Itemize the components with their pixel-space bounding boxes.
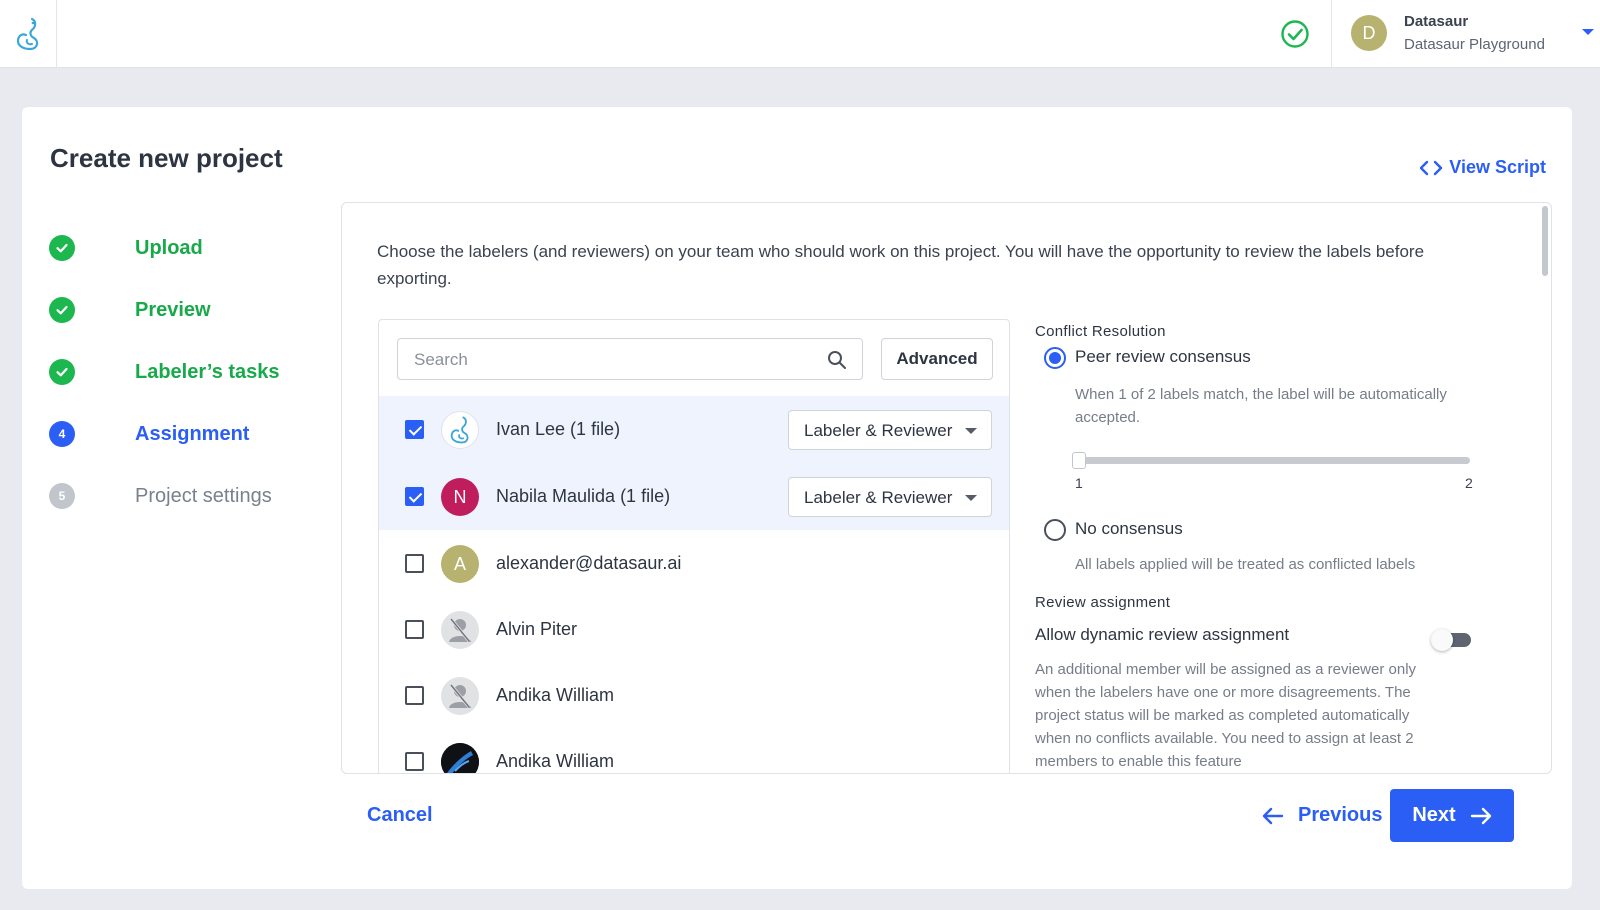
- datasaur-logo-icon: [16, 17, 39, 51]
- code-icon: [1420, 160, 1443, 175]
- step-number: 5: [49, 483, 75, 509]
- peer-consensus-radio[interactable]: [1044, 347, 1066, 369]
- step-label: Project settings: [135, 484, 272, 507]
- avatar: A: [441, 545, 479, 583]
- avatar: [441, 411, 479, 449]
- view-script-label: View Script: [1449, 157, 1546, 177]
- placeholder-user-icon: [441, 677, 479, 715]
- top-bar: D Datasaur Datasaur Playground: [0, 0, 1600, 68]
- role-value: Labeler & Reviewer: [804, 488, 953, 507]
- conflict-resolution-title: Conflict Resolution: [1035, 323, 1166, 340]
- member-name: alexander@datasaur.ai: [496, 553, 682, 573]
- step-project-settings[interactable]: 5 Project settings: [49, 481, 309, 511]
- step-label: Upload: [135, 236, 203, 259]
- peer-consensus-label[interactable]: Peer review consensus: [1075, 347, 1251, 367]
- check-icon: [49, 235, 75, 261]
- assignment-description: Choose the labelers (and reviewers) on y…: [377, 242, 1425, 288]
- step-number: 4: [49, 421, 75, 447]
- member-checkbox[interactable]: [405, 487, 424, 506]
- step-upload[interactable]: Upload: [49, 233, 309, 263]
- consensus-slider-handle[interactable]: [1072, 452, 1086, 469]
- page-title: Create new project: [50, 143, 283, 173]
- member-name: Andika William: [496, 685, 615, 705]
- member-checkbox[interactable]: [405, 752, 424, 771]
- member-row[interactable]: Ivan Lee (1 file) Labeler & Reviewer: [379, 396, 1009, 463]
- member-checkbox[interactable]: [405, 686, 424, 705]
- caret-down-icon[interactable]: [1578, 22, 1598, 42]
- account-menu[interactable]: D Datasaur Datasaur Playground: [1331, 0, 1600, 68]
- next-button[interactable]: Next: [1390, 789, 1514, 842]
- member-checkbox[interactable]: [405, 554, 424, 573]
- member-name: Nabila Maulida (1 file): [496, 486, 671, 506]
- search-icon[interactable]: [826, 349, 848, 371]
- avatar: N: [441, 478, 479, 516]
- slider-max-label: 2: [1465, 475, 1473, 491]
- slider-min-label: 1: [1075, 475, 1083, 491]
- consensus-slider-track[interactable]: [1078, 457, 1470, 464]
- avatar: D: [1351, 15, 1387, 51]
- arrow-right-icon: [1470, 807, 1491, 824]
- member-row[interactable]: Andika William: [379, 662, 1009, 729]
- role-value: Labeler & Reviewer: [804, 421, 953, 440]
- previous-button[interactable]: Previous: [1262, 804, 1382, 827]
- next-label: Next: [1412, 804, 1456, 826]
- org-name: Datasaur: [1404, 13, 1469, 30]
- role-select[interactable]: Labeler & Reviewer: [788, 477, 992, 517]
- create-project-card: Create new project View Script Upload Pr…: [22, 107, 1572, 889]
- step-labelers-tasks[interactable]: Labeler’s tasks: [49, 357, 309, 387]
- check-circle-icon: [1280, 19, 1310, 49]
- datasaur-logo-icon: [450, 416, 469, 444]
- step-label: Assignment: [135, 422, 250, 445]
- role-select[interactable]: Labeler & Reviewer: [788, 410, 992, 450]
- arrow-left-icon: [1262, 807, 1284, 824]
- member-row[interactable]: Alvin Piter: [379, 596, 1009, 663]
- caret-down-icon: [965, 495, 977, 501]
- search-input[interactable]: Search: [397, 338, 863, 380]
- member-name: Ivan Lee (1 file): [496, 419, 621, 439]
- step-preview[interactable]: Preview: [49, 295, 309, 325]
- member-name: Andika William: [496, 751, 615, 771]
- member-row[interactable]: N Nabila Maulida (1 file) Labeler & Revi…: [379, 463, 1009, 530]
- advanced-button[interactable]: Advanced: [881, 338, 993, 380]
- dynamic-review-label: Allow dynamic review assignment: [1035, 625, 1290, 644]
- avatar: [441, 743, 479, 773]
- no-consensus-label[interactable]: No consensus: [1075, 519, 1183, 539]
- member-row[interactable]: A alexander@datasaur.ai: [379, 530, 1009, 597]
- check-icon: [49, 297, 75, 323]
- assignment-panel: Choose the labelers (and reviewers) on y…: [341, 202, 1552, 774]
- member-checkbox[interactable]: [405, 420, 424, 439]
- peer-consensus-hint: When 1 of 2 labels match, the label will…: [1075, 386, 1447, 426]
- no-consensus-hint: All labels applied will be treated as co…: [1075, 556, 1416, 573]
- check-icon: [49, 359, 75, 385]
- no-consensus-radio[interactable]: [1044, 519, 1066, 541]
- member-checkbox[interactable]: [405, 620, 424, 639]
- dynamic-review-toggle[interactable]: [1431, 629, 1471, 651]
- dynamic-review-hint: An additional member will be assigned as…: [1035, 661, 1417, 770]
- cancel-button[interactable]: Cancel: [367, 804, 433, 827]
- datasaur-logo[interactable]: [0, 0, 57, 68]
- search-placeholder: Search: [414, 350, 468, 369]
- member-row[interactable]: Andika William: [379, 728, 1009, 773]
- view-script-button[interactable]: View Script: [1419, 157, 1546, 178]
- previous-label: Previous: [1298, 804, 1383, 826]
- review-assignment-title: Review assignment: [1035, 594, 1171, 611]
- member-name: Alvin Piter: [496, 619, 578, 639]
- workspace-name: Datasaur Playground: [1404, 36, 1545, 53]
- panel-scrollbar[interactable]: [1542, 206, 1548, 276]
- member-list: Search Advanced Ivan Lee (1 file) Labele…: [378, 319, 1010, 773]
- step-assignment[interactable]: 4 Assignment: [49, 419, 309, 449]
- caret-down-icon: [965, 428, 977, 434]
- placeholder-user-icon: [441, 611, 479, 649]
- step-label: Preview: [135, 298, 211, 321]
- step-label: Labeler’s tasks: [135, 360, 280, 383]
